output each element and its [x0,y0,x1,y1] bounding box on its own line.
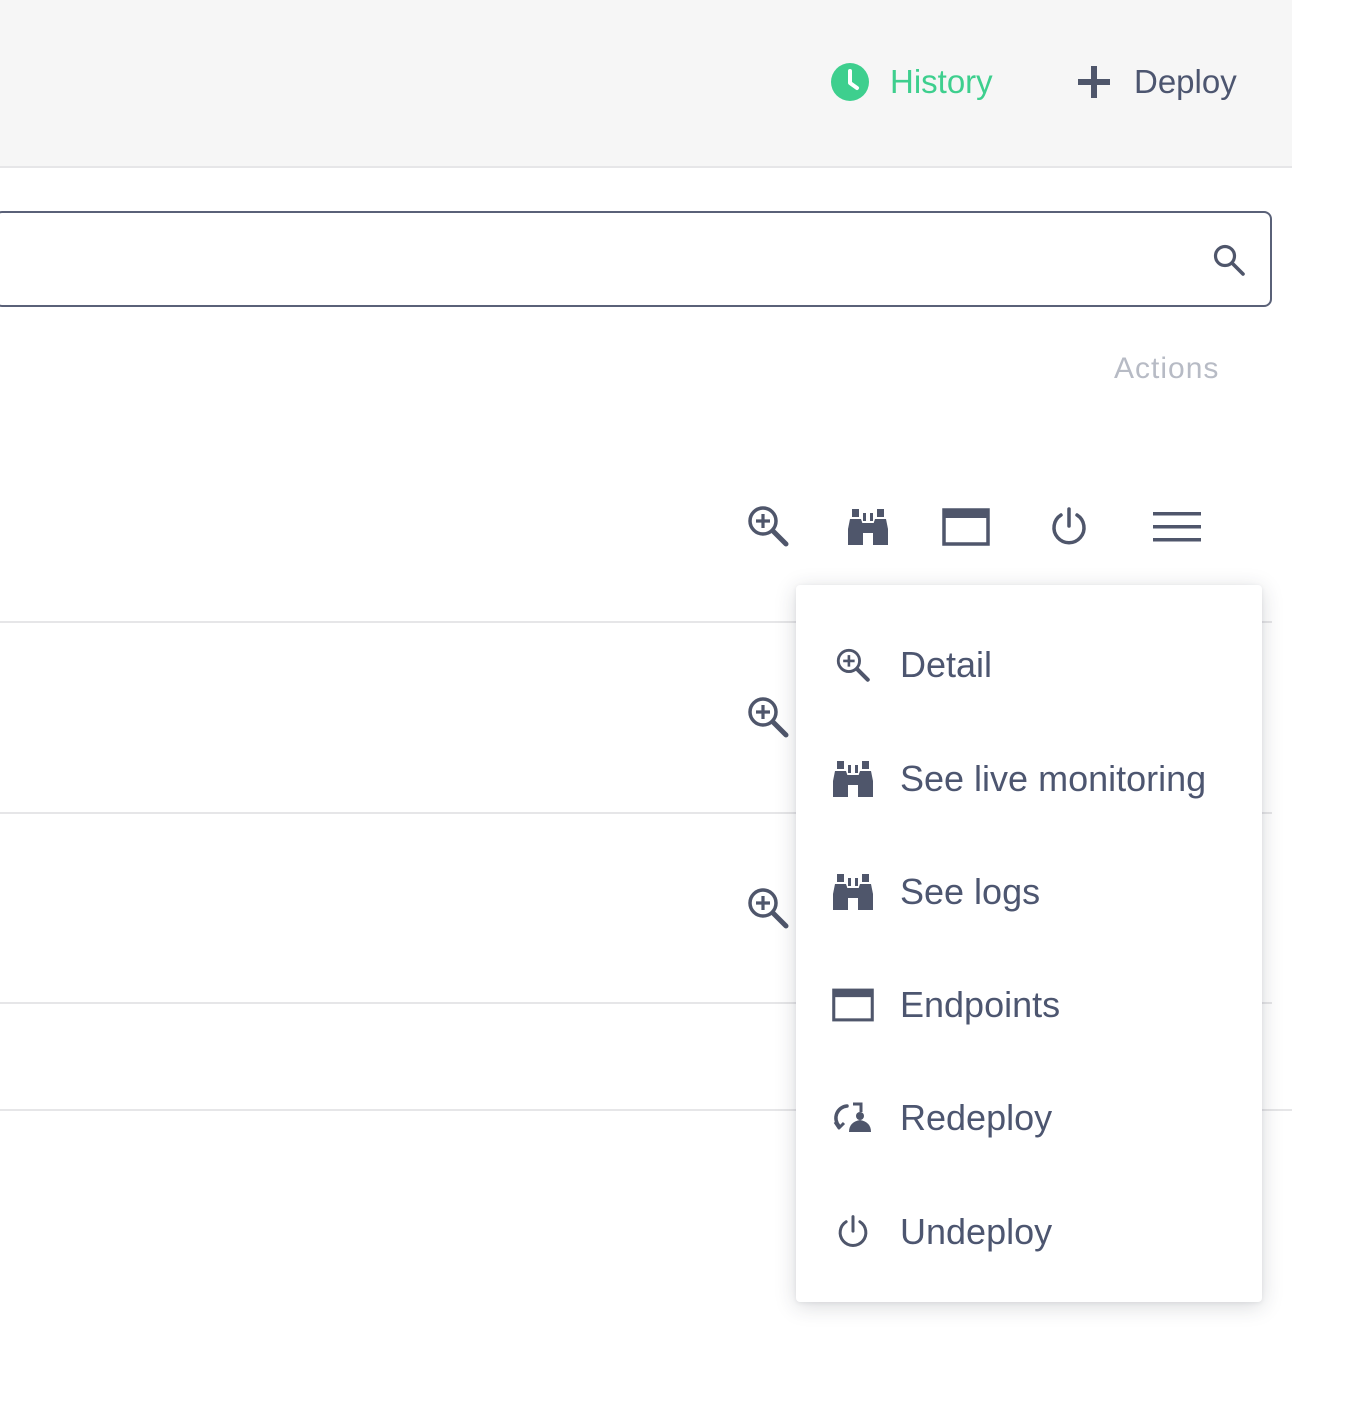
hamburger-menu-icon [1152,510,1202,544]
menu-item-label: Detail [900,644,993,685]
history-label: History [890,63,993,100]
menu-item-label: Endpoints [900,984,1061,1025]
row-1-endpoints-button[interactable] [942,508,990,546]
zoom-in-icon [830,642,876,688]
plus-icon [1074,62,1114,102]
power-icon [1048,506,1090,548]
deploy-label: Deploy [1134,63,1237,100]
row-3-detail-button[interactable] [746,886,790,930]
redeploy-icon [830,1095,876,1141]
binoculars-icon [830,869,876,915]
search-box [0,211,1272,307]
menu-item-label: Redeploy [900,1097,1053,1138]
zoom-in-icon [746,504,790,548]
power-icon [830,1209,876,1255]
menu-item-see-live-monitoring[interactable]: See live monitoring [796,739,1262,819]
menu-item-see-logs[interactable]: See logs [796,852,1262,932]
row-2-detail-button[interactable] [746,695,790,739]
row-1-undeploy-button[interactable] [1048,506,1090,548]
search-icon[interactable] [1212,243,1246,282]
menu-item-label: See live monitoring [900,758,1207,799]
deployments-app: History Deploy Actions Detail See live m… [0,0,1371,1405]
menu-item-endpoints[interactable]: Endpoints [796,965,1262,1045]
actions-column-header: Actions [1114,352,1220,385]
history-button[interactable]: History [830,58,993,106]
zoom-in-icon [746,886,790,930]
menu-item-detail[interactable]: Detail [796,625,1262,705]
deploy-button[interactable]: Deploy [1074,58,1237,106]
zoom-in-icon [746,695,790,739]
window-icon [942,508,990,546]
menu-item-label: See logs [900,871,1041,912]
top-header: History Deploy [0,0,1292,168]
row-1-detail-button[interactable] [746,504,790,548]
menu-item-redeploy[interactable]: Redeploy [796,1078,1262,1158]
row-1-more-actions-button[interactable] [1152,510,1202,544]
actions-dropdown-menu: Detail See live monitoring See logs Endp… [796,585,1262,1302]
clock-icon [830,62,870,102]
menu-item-undeploy[interactable]: Undeploy [796,1192,1262,1272]
binoculars-icon [830,756,876,802]
search-input[interactable] [6,213,1186,305]
window-icon [830,982,876,1028]
row-1-monitoring-button[interactable] [846,507,890,547]
binoculars-icon [846,507,890,547]
menu-item-label: Undeploy [900,1211,1053,1252]
